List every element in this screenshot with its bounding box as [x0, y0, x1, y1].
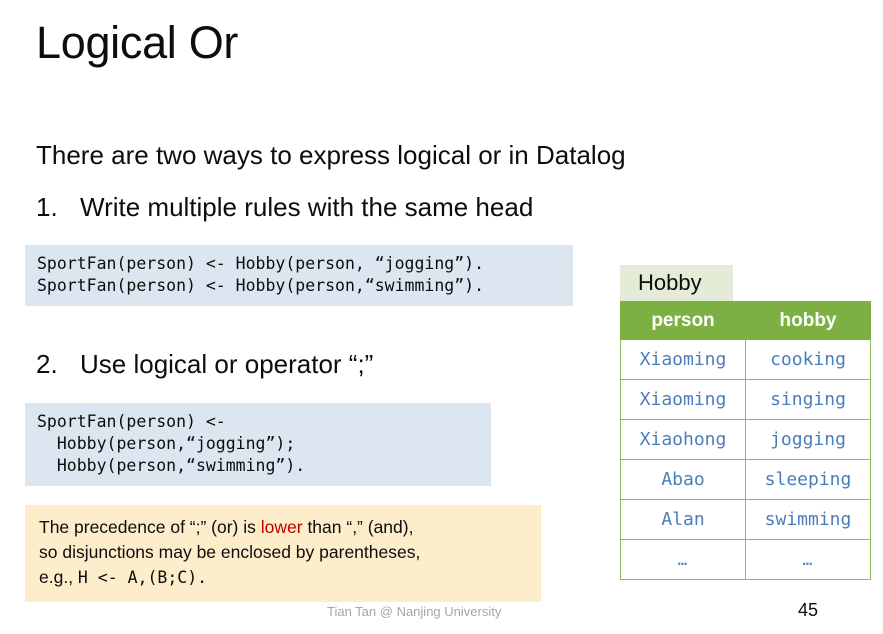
- table-row: ……: [620, 539, 871, 580]
- table-caption: Hobby: [620, 265, 733, 301]
- table-cell: …: [745, 539, 871, 580]
- table-cell: Abao: [620, 459, 746, 500]
- table-header-row: person hobby: [620, 301, 871, 340]
- table-cell: jogging: [745, 419, 871, 460]
- numbered-item-1-number: 1.: [36, 192, 58, 222]
- numbered-item-2: 2. Use logical or operator “;”: [36, 349, 373, 380]
- column-header-hobby: hobby: [745, 301, 871, 340]
- table-cell: …: [620, 539, 746, 580]
- hobby-table: person hobby Xiaoming cooking Xiaoming sing…: [620, 301, 871, 580]
- table-cell: cooking: [745, 339, 871, 380]
- numbered-item-2-number: 2.: [36, 349, 58, 379]
- table-row: Abao sleeping: [620, 459, 871, 500]
- table-cell: sleeping: [745, 459, 871, 500]
- note-line-2: so disjunctions may be enclosed by paren…: [39, 542, 421, 562]
- precedence-note-box: The precedence of “;” (or) is lower than…: [25, 505, 541, 602]
- multiple-rules-code: SportFan(person) <- Hobby(person, “joggi…: [25, 245, 573, 306]
- hobby-relation: Hobby person hobby Xiaoming cooking Xiaomi…: [620, 265, 871, 580]
- table-cell: Xiaohong: [620, 419, 746, 460]
- note-line-1-prefix: The precedence of “;” (or) is: [39, 517, 261, 537]
- note-highlight-lower: lower: [260, 517, 303, 537]
- page-number: 45: [798, 600, 819, 620]
- table-cell: Xiaoming: [620, 339, 746, 380]
- numbered-item-2-label: Use logical or operator “;”: [80, 349, 374, 379]
- note-line-3-prefix: e.g.,: [39, 567, 78, 587]
- page-title: Logical Or: [36, 17, 239, 68]
- table-row: Xiaoming cooking: [620, 339, 871, 380]
- column-header-person: person: [620, 301, 746, 340]
- or-operator-code: SportFan(person) <- Hobby(person,“joggin…: [25, 403, 491, 486]
- note-line-3: e.g., H <- A,(B;C).: [39, 565, 527, 590]
- note-line-1: The precedence of “;” (or) is lower than…: [39, 515, 527, 540]
- lead-sentence: There are two ways to express logical or…: [36, 140, 626, 170]
- table-cell: swimming: [745, 499, 871, 540]
- table-row: Xiaohong jogging: [620, 419, 871, 460]
- numbered-item-1: 1. Write multiple rules with the same he…: [36, 192, 533, 223]
- footer-author: Tian Tan @ Nanjing University: [327, 604, 502, 619]
- table-cell: singing: [745, 379, 871, 420]
- table-row: Alan swimming: [620, 499, 871, 540]
- table-cell: Xiaoming: [620, 379, 746, 420]
- table-cell: Alan: [620, 499, 746, 540]
- note-line-3-code: H <- A,(B;C).: [77, 568, 208, 587]
- note-line-1-suffix: than “,” (and),: [302, 517, 414, 537]
- slide-canvas: Logical Or There are two ways to express…: [0, 0, 883, 634]
- table-row: Xiaoming singing: [620, 379, 871, 420]
- numbered-item-1-label: Write multiple rules with the same head: [80, 192, 534, 222]
